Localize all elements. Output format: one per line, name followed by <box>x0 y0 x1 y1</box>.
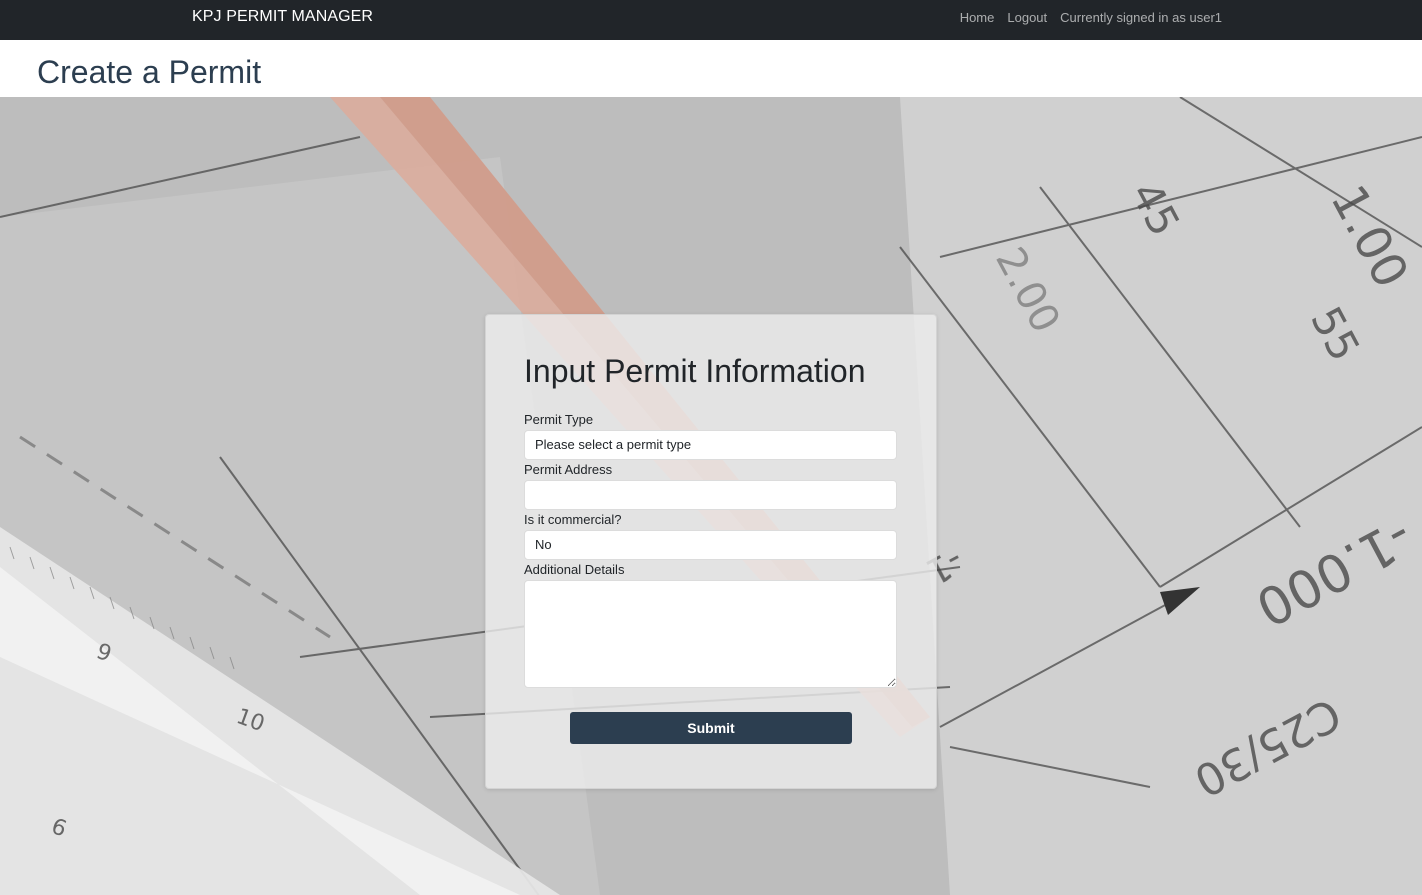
nav-home-link[interactable]: Home <box>960 10 995 25</box>
brand-link[interactable]: KPJ PERMIT MANAGER <box>192 8 373 26</box>
permit-address-input[interactable] <box>524 480 897 510</box>
nav-links: Home Logout Currently signed in as user1 <box>960 10 1222 25</box>
commercial-label: Is it commercial? <box>524 512 622 527</box>
page-title: Create a Permit <box>37 54 262 90</box>
additional-details-label: Additional Details <box>524 562 625 577</box>
permit-form-card: Input Permit Information Permit Type Ple… <box>485 314 937 789</box>
permit-address-label: Permit Address <box>524 462 613 477</box>
form-title: Input Permit Information <box>524 353 866 389</box>
permit-type-select[interactable]: Please select a permit type <box>524 430 897 460</box>
submit-button[interactable]: Submit <box>570 712 852 744</box>
permit-type-label: Permit Type <box>524 412 594 427</box>
nav-logout-link[interactable]: Logout <box>1007 10 1047 25</box>
blueprint-background: 1.00 45 55 2.00 -1.000 C25/30 9 10 6 -1 … <box>0 97 1422 895</box>
commercial-select[interactable]: No <box>524 530 897 560</box>
signed-in-status: Currently signed in as user1 <box>1060 10 1222 25</box>
additional-details-textarea[interactable] <box>524 580 897 688</box>
page-header: Create a Permit <box>0 40 1422 97</box>
top-navbar: KPJ PERMIT MANAGER Home Logout Currently… <box>0 0 1422 40</box>
